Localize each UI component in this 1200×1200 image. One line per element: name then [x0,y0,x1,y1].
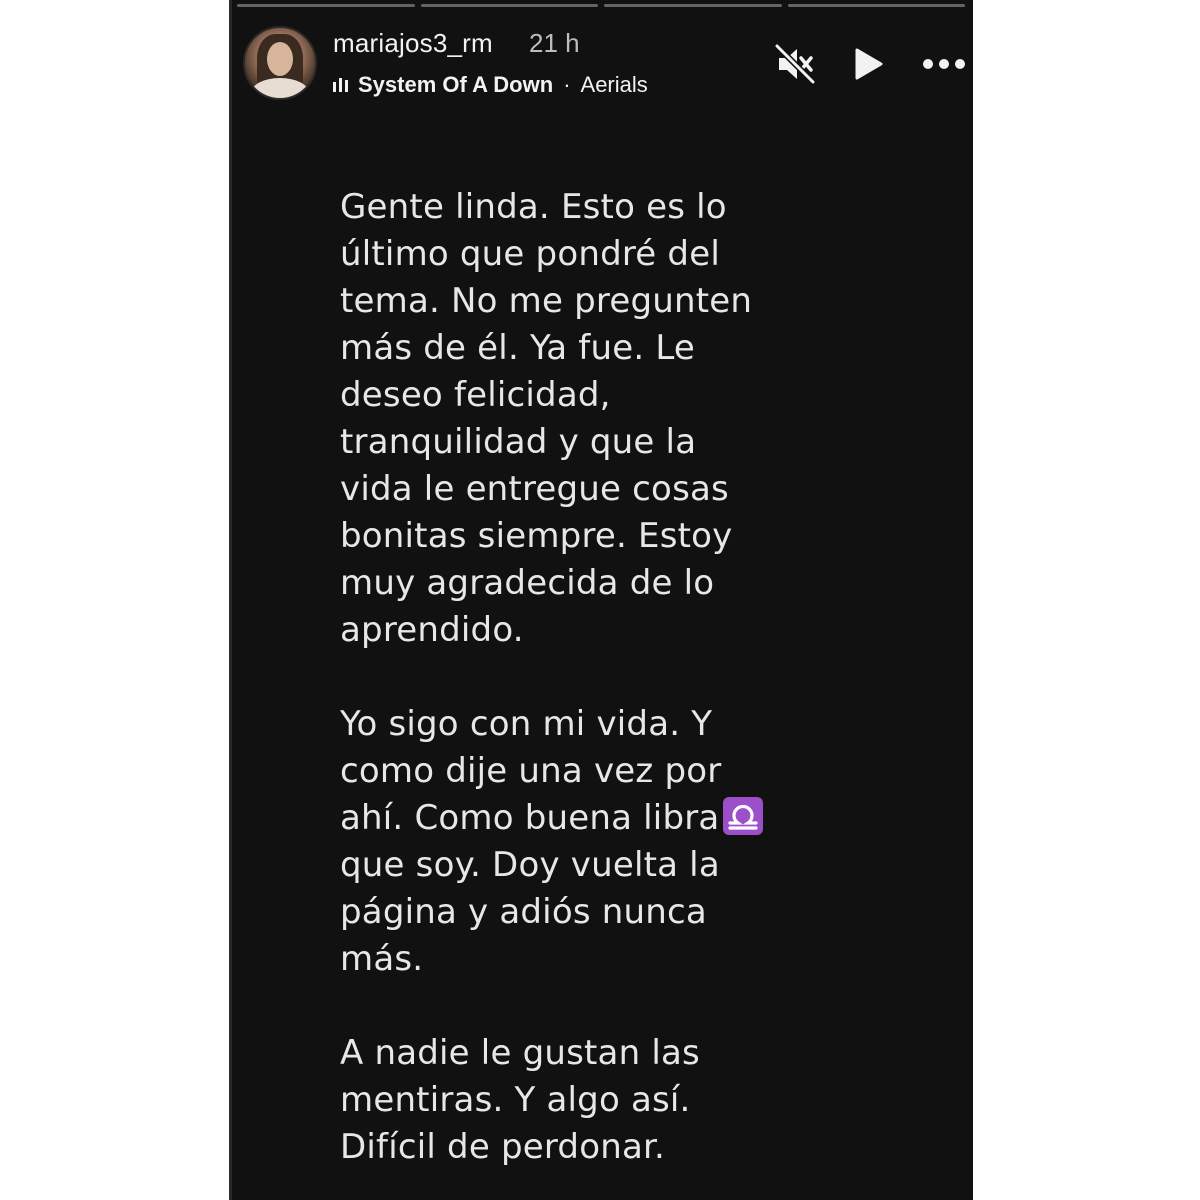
avatar-shoulders [251,78,309,98]
story-header: mariajos3_rm 21 h System Of A Down · Aer… [237,24,973,104]
story-edge [229,0,232,1200]
music-artist: System Of A Down [358,72,554,97]
paragraph-2-text-a: Yo sigo con mi vida. Y como dije una vez… [340,704,722,838]
music-song: Aerials [580,72,648,97]
equalizer-icon [333,78,348,92]
more-dots-icon[interactable] [921,57,967,71]
story-paragraph-2: Yo sigo con mi vida. Y como dije una vez… [340,701,860,983]
music-attribution[interactable]: System Of A Down · Aerials [333,72,648,98]
progress-segment [604,4,782,7]
libra-zodiac-icon [723,797,764,835]
progress-segment [237,4,415,7]
story-controls [775,44,967,84]
story-viewer[interactable]: mariajos3_rm 21 h System Of A Down · Aer… [229,0,973,1200]
story-progress [237,4,965,7]
username-link[interactable]: mariajos3_rm [333,28,493,59]
avatar[interactable] [243,26,317,100]
speaker-muted-icon[interactable] [775,44,815,84]
progress-segment [787,4,965,7]
play-icon[interactable] [851,47,885,81]
story-paragraph-1: Gente linda. Esto es lo último que pondr… [340,187,753,650]
paragraph-2-text-b: que soy. Doy vuelta la página y adiós nu… [340,845,720,979]
story-paragraph-3: A nadie le gustan las mentiras. Y algo a… [340,1033,700,1167]
story-time: 21 h [529,28,580,58]
avatar-face [267,42,293,76]
progress-segment [420,4,598,7]
music-separator: · [563,72,571,97]
story-text: Gente linda. Esto es lo último que pondr… [340,184,860,1171]
